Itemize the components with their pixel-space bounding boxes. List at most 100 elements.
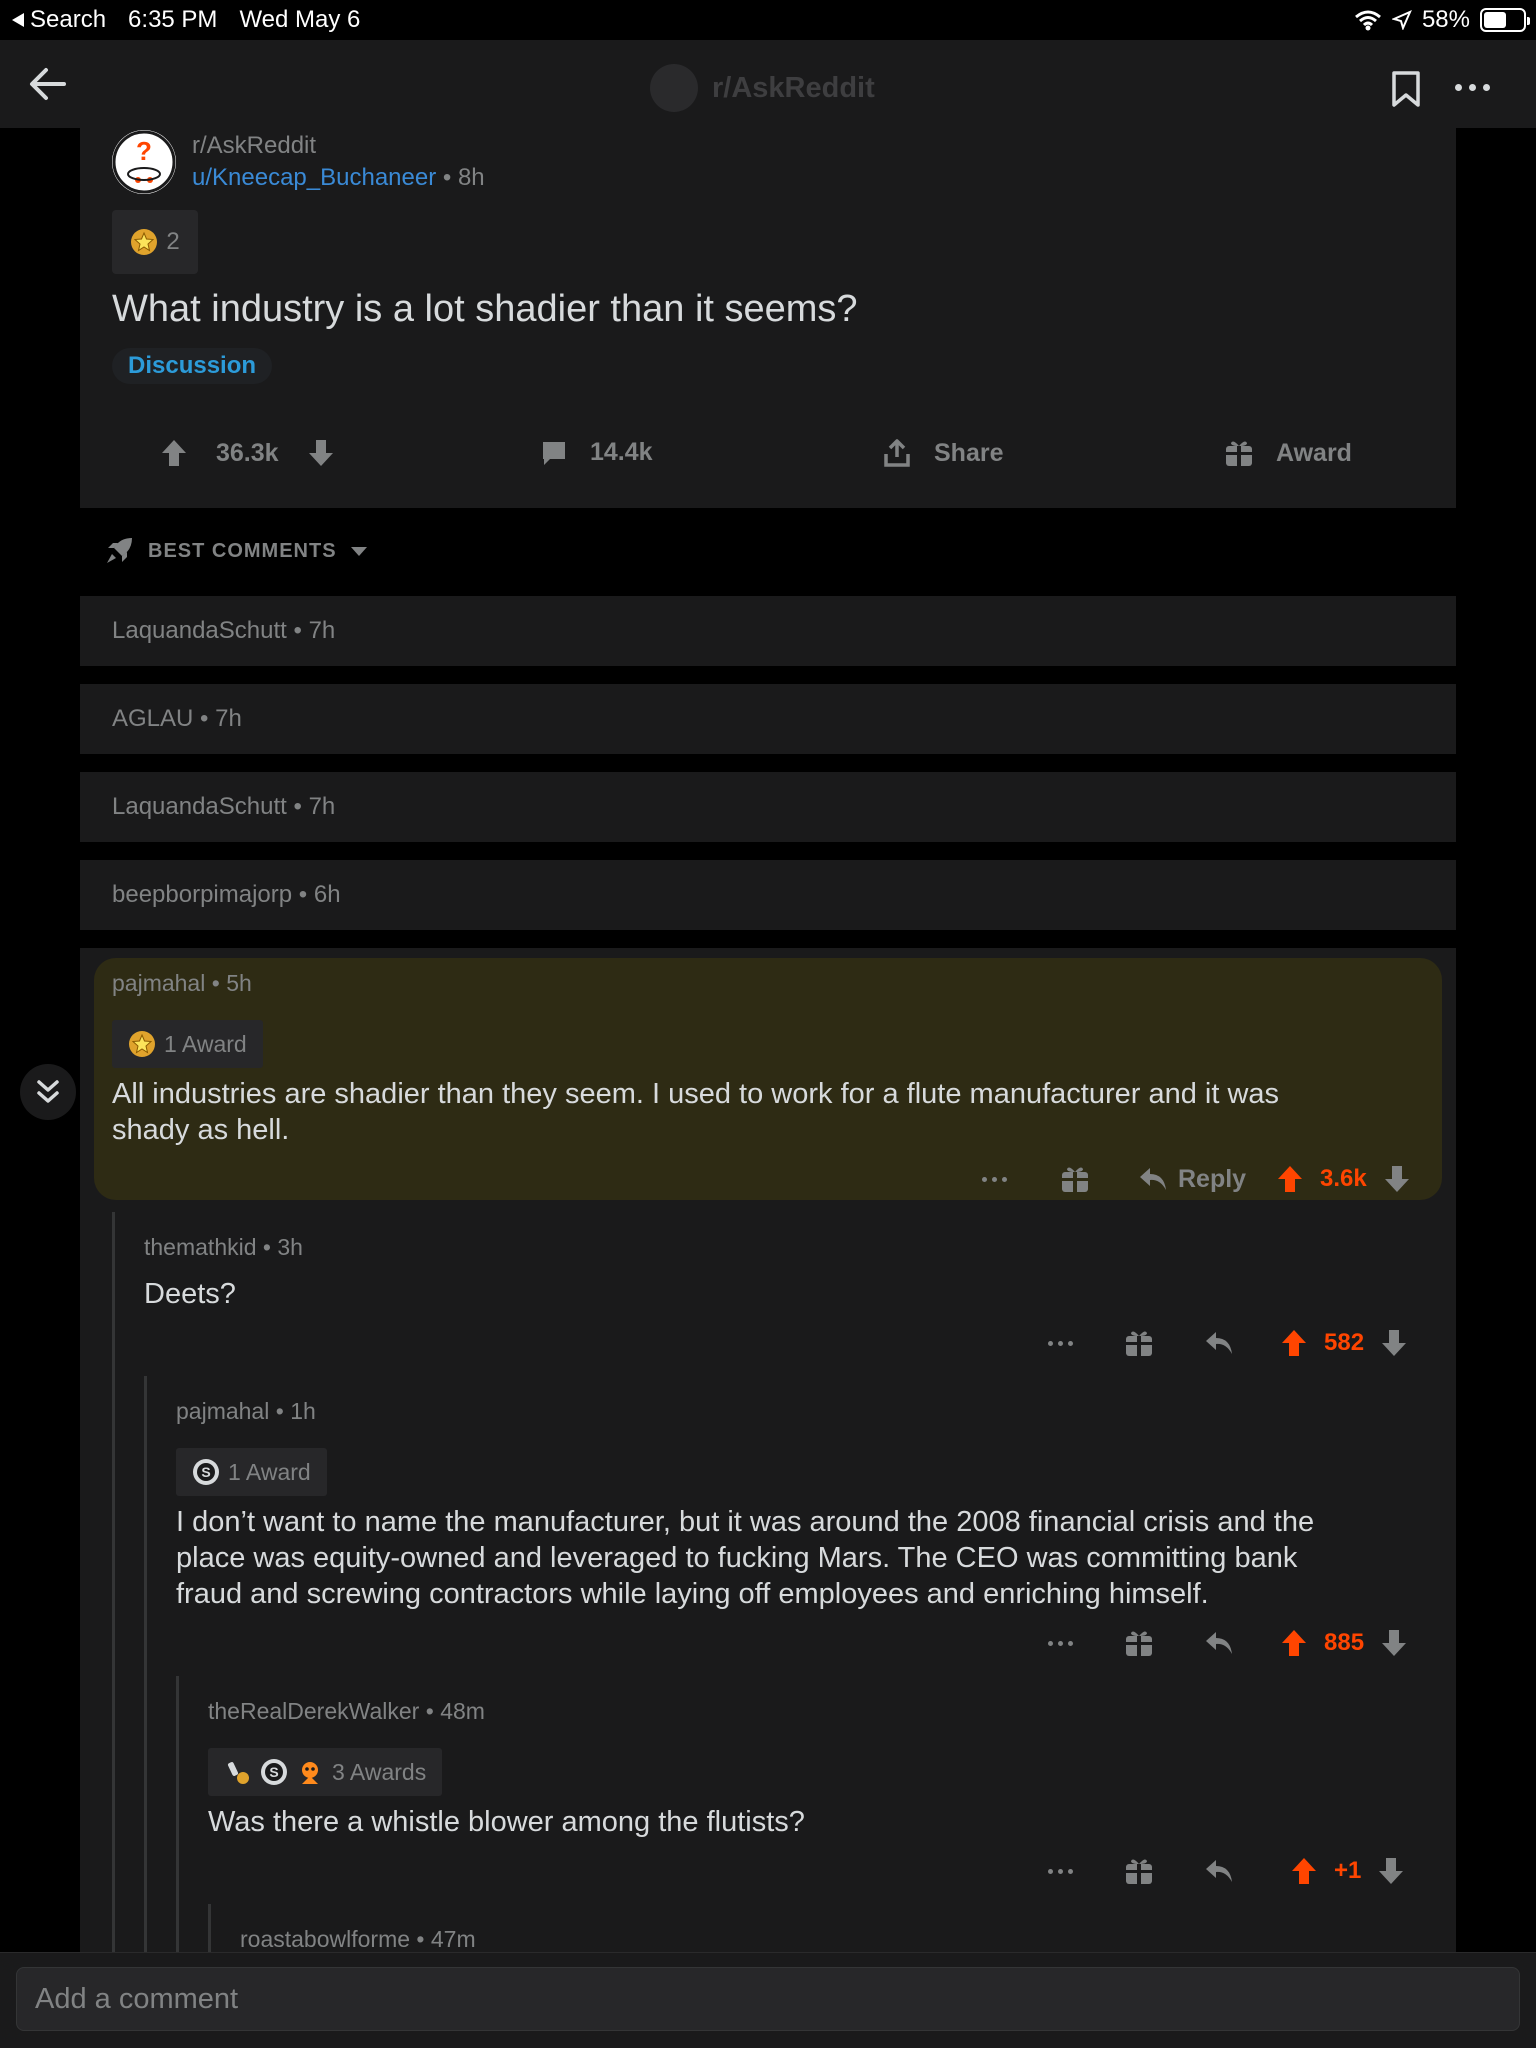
comment-awards[interactable]: S 3 Awards [208, 1748, 443, 1796]
gold-award-icon [129, 1031, 155, 1057]
back-to-app[interactable]: Search [12, 6, 106, 34]
comment-author: LaquandaSchutt [112, 793, 287, 820]
rocket-icon [107, 538, 132, 563]
comment-author[interactable]: pajmahal [176, 1398, 269, 1424]
subreddit-avatar[interactable]: ? [112, 130, 176, 194]
reply-icon [1206, 1860, 1232, 1882]
comment-awards[interactable]: S 1 Award [176, 1448, 327, 1496]
snoo-award-icon [302, 1762, 318, 1784]
comment-author: beepborpimajorp [112, 881, 293, 908]
askreddit-logo-icon: ? [112, 130, 176, 194]
meta-separator: • [292, 881, 314, 908]
comment-awards[interactable]: 1 Award [112, 1020, 263, 1068]
comment-vote: 582 [1280, 1323, 1408, 1363]
nav-title[interactable]: r/AskReddit [650, 64, 875, 112]
post-awards[interactable]: 2 [112, 210, 198, 274]
comment-body-line: I don’t want to name the manufacturer, b… [176, 1506, 1315, 1538]
give-award-button[interactable] [1060, 1159, 1090, 1199]
status-date: Wed May 6 [239, 6, 361, 33]
comment-meta: pajmahal • 5h [112, 970, 252, 997]
award-button[interactable]: Award [1224, 438, 1352, 468]
post-vote: 36.3k [160, 438, 335, 468]
gift-icon [1062, 1167, 1088, 1192]
comment-vote: +1 [1290, 1851, 1405, 1891]
collapsed-comment[interactable]: AGLAU • 7h [80, 684, 1456, 754]
battery-level [1484, 12, 1507, 28]
silver-award-icon: S [193, 1459, 219, 1485]
comments-button[interactable]: 14.4k [540, 438, 653, 467]
reply-button[interactable]: Reply [1138, 1159, 1246, 1199]
meta-separator: • [286, 617, 309, 644]
comment-meta: theRealDerekWalker • 48m [208, 1698, 485, 1725]
reply-icon [1140, 1168, 1166, 1190]
post-flair[interactable]: Discussion [112, 348, 273, 384]
comment-composer [0, 1952, 1536, 2048]
downvote-icon[interactable] [1380, 1628, 1408, 1658]
comment-body: Was there a whistle blower among the flu… [208, 1806, 805, 1838]
reply-button[interactable] [1204, 1851, 1234, 1891]
location-icon [1391, 10, 1412, 30]
comment-meta: themathkid • 3h [144, 1234, 303, 1261]
upvote-icon[interactable] [1276, 1164, 1304, 1194]
comment-sort[interactable]: BEST COMMENTS [80, 518, 1456, 584]
post-card: ? r/AskReddit u/Kneecap_Buchaneer • 8h 2… [80, 128, 1456, 508]
comment-author[interactable]: roastabowlforme [240, 1926, 410, 1952]
downvote-icon[interactable] [1377, 1856, 1405, 1886]
comment-score: +1 [1334, 1857, 1362, 1884]
add-comment-input[interactable] [16, 1967, 1520, 2031]
meta-separator: • [286, 793, 309, 820]
back-arrow-icon[interactable] [28, 66, 68, 102]
nav-bar: r/AskReddit [0, 40, 1536, 128]
chevron-down-icon [350, 546, 367, 556]
more-icon[interactable] [1455, 84, 1490, 91]
thread-line[interactable] [144, 1376, 147, 2048]
reply-button[interactable] [1204, 1623, 1234, 1663]
give-award-button[interactable] [1124, 1851, 1154, 1891]
comment-count: 14.4k [590, 438, 653, 466]
collapsed-comment[interactable]: beepborpimajorp • 6h [80, 860, 1456, 930]
comment-body: Deets? [144, 1278, 236, 1310]
upvote-icon[interactable] [160, 438, 188, 468]
more-options-button[interactable] [982, 1159, 1007, 1199]
reply-icon [1206, 1332, 1232, 1354]
post-author[interactable]: u/Kneecap_Buchaneer [192, 164, 436, 191]
upvote-icon[interactable] [1280, 1328, 1308, 1358]
upvote-icon[interactable] [1280, 1628, 1308, 1658]
downvote-icon[interactable] [1383, 1164, 1411, 1194]
comment-vote: 885 [1280, 1623, 1408, 1663]
give-award-button[interactable] [1124, 1323, 1154, 1363]
more-icon [982, 1176, 1007, 1182]
reply-button[interactable] [1204, 1323, 1234, 1363]
comment-author: AGLAU [112, 705, 194, 732]
downvote-icon[interactable] [307, 438, 335, 468]
battery-icon [1480, 8, 1530, 32]
comment-author[interactable]: theRealDerekWalker [208, 1698, 419, 1724]
comment-score: 885 [1324, 1629, 1365, 1656]
collapsed-comment[interactable]: LaquandaSchutt • 7h [80, 596, 1456, 666]
comment-actions: Reply 3.6k [80, 1159, 1456, 1199]
comment-age: 47m [430, 1926, 476, 1952]
meta-separator: • [211, 970, 227, 996]
collapsed-comment[interactable]: LaquandaSchutt • 7h [80, 772, 1456, 842]
comment-author[interactable]: themathkid [144, 1234, 257, 1260]
gift-icon [1126, 1859, 1152, 1884]
comment-actions: 885 [80, 1623, 1456, 1663]
share-button[interactable]: Share [882, 438, 1003, 468]
reply-icon [1206, 1632, 1232, 1654]
subreddit-name[interactable]: r/AskReddit [192, 132, 316, 160]
comment-age: 1h [290, 1398, 316, 1424]
gold-award-icon [131, 229, 158, 255]
downvote-icon[interactable] [1380, 1328, 1408, 1358]
upvote-icon[interactable] [1290, 1856, 1318, 1886]
give-award-button[interactable] [1124, 1623, 1154, 1663]
more-icon [1048, 1640, 1073, 1646]
more-icon [1048, 1868, 1073, 1874]
collapse-thread-button[interactable] [20, 1064, 76, 1120]
award-count: 3 Awards [332, 1758, 427, 1785]
more-options-button[interactable] [1048, 1623, 1073, 1663]
bookmark-icon[interactable] [1390, 70, 1422, 108]
comment-author[interactable]: pajmahal [112, 970, 205, 996]
post-meta: u/Kneecap_Buchaneer • 8h [192, 164, 485, 192]
more-options-button[interactable] [1048, 1323, 1073, 1363]
more-options-button[interactable] [1048, 1851, 1073, 1891]
